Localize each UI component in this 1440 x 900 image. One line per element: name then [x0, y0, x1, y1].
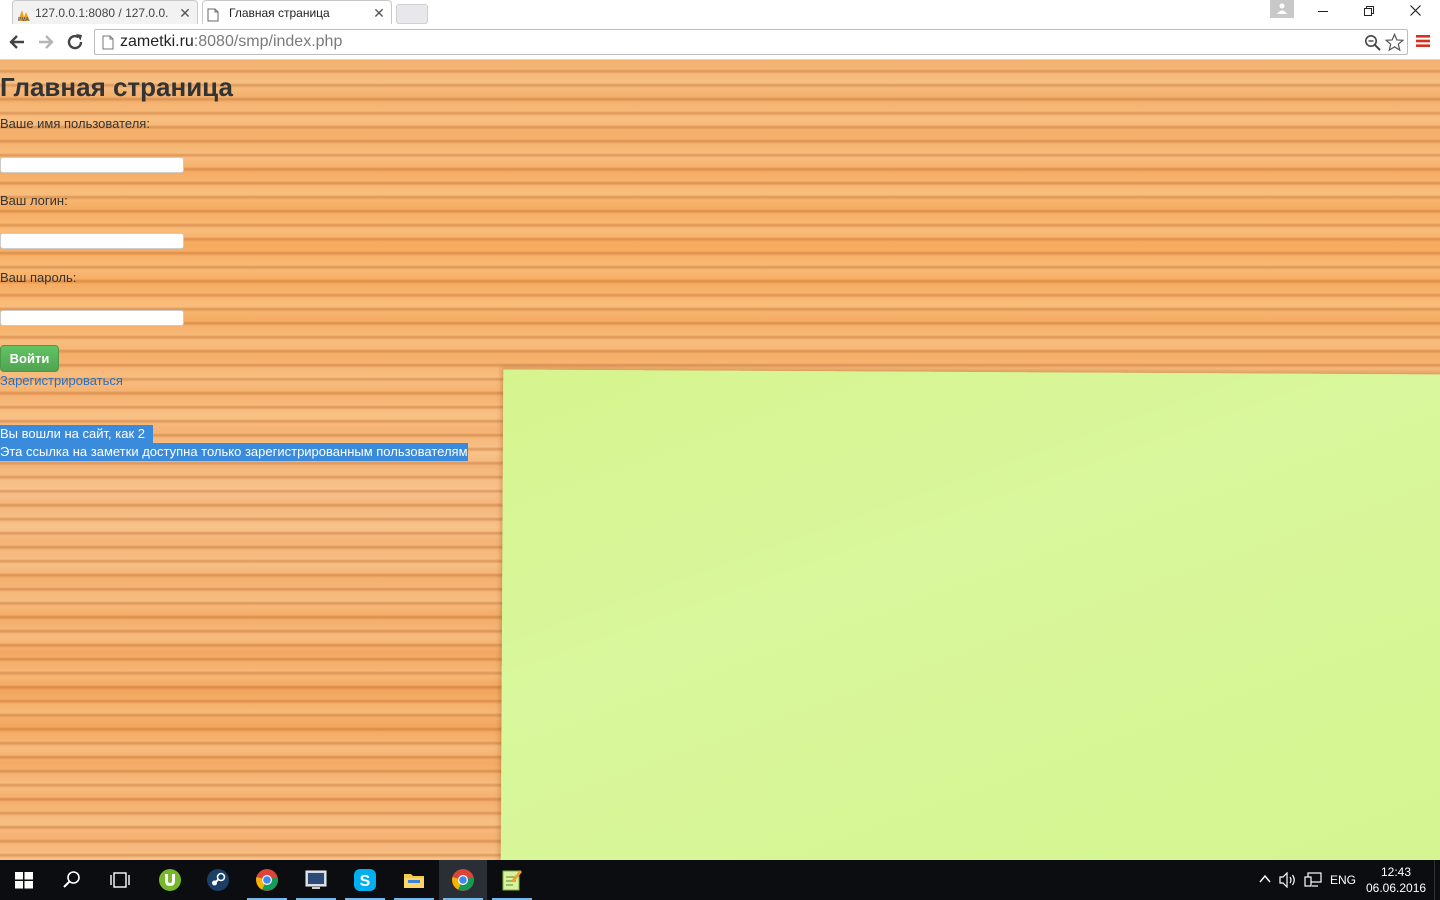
notes-access-notice: Эта ссылка на заметки доступна только за…: [0, 443, 468, 461]
clock[interactable]: 12:43 06.06.2016: [1366, 864, 1426, 896]
close-icon: [1409, 5, 1421, 16]
zoom-icon[interactable]: [1364, 34, 1381, 54]
bookmark-star-icon[interactable]: [1384, 32, 1405, 55]
sticky-note-background: [500, 369, 1440, 860]
volume-icon[interactable]: [1279, 871, 1297, 891]
page-icon: [207, 6, 221, 22]
username-field[interactable]: [0, 157, 184, 173]
restore-button[interactable]: [1346, 0, 1392, 24]
close-window-button[interactable]: [1392, 0, 1438, 24]
svg-text:PMA: PMA: [18, 17, 30, 22]
steam-icon: [207, 869, 229, 891]
search-icon: [63, 871, 80, 888]
chevron-up-icon[interactable]: [1258, 872, 1272, 889]
clock-time: 12:43: [1380, 865, 1412, 879]
arrow-left-icon: [9, 35, 24, 49]
task-view-icon: [110, 872, 130, 888]
svg-text:S: S: [360, 873, 371, 890]
username-label: Ваше имя пользователя:: [0, 116, 150, 131]
arrow-right-icon: [39, 35, 54, 49]
url-host: zametki.ru: [120, 33, 194, 50]
utorrent-icon: [159, 869, 181, 891]
windows-taskbar: S ENG 12:43 06.06.2016: [0, 860, 1440, 900]
taskbar-notepad-plus[interactable]: [488, 860, 536, 900]
register-link[interactable]: Зарегистрироваться: [0, 373, 123, 388]
login-button[interactable]: Войти: [0, 345, 59, 372]
taskbar-chrome-2[interactable]: [439, 860, 487, 900]
forward-button[interactable]: [36, 32, 56, 52]
task-view-button[interactable]: [96, 860, 144, 900]
network-icon[interactable]: [1304, 872, 1322, 891]
profile-button[interactable]: [1270, 0, 1294, 18]
hamburger-icon: [1416, 35, 1430, 47]
login-label: Ваш логин:: [0, 193, 68, 208]
taskbar-monitor-app[interactable]: [292, 860, 340, 900]
reload-button[interactable]: [65, 32, 85, 52]
page-title: Главная страница: [0, 72, 233, 102]
tab-main-page[interactable]: Главная страница ✕: [202, 0, 392, 24]
user-icon: [1277, 3, 1287, 14]
restore-icon: [1364, 6, 1374, 16]
url-text: zametki.ru:8080/smp/index.php: [120, 30, 342, 54]
taskbar-steam[interactable]: [194, 860, 242, 900]
login-status-text: Вы вошли на сайт, как 2: [0, 425, 153, 443]
close-icon[interactable]: ✕: [373, 1, 385, 24]
file-explorer-icon: [404, 874, 424, 888]
close-icon[interactable]: ✕: [179, 1, 191, 24]
browser-toolbar: zametki.ru:8080/smp/index.php: [0, 24, 1440, 60]
chrome-icon: [256, 869, 278, 891]
notepad-plus-icon: [502, 870, 522, 891]
taskbar-file-explorer[interactable]: [390, 860, 438, 900]
taskbar-utorrent[interactable]: [146, 860, 194, 900]
minimize-button[interactable]: [1300, 0, 1346, 24]
reload-icon: [67, 34, 83, 50]
address-bar[interactable]: zametki.ru:8080/smp/index.php: [94, 29, 1408, 55]
language-indicator[interactable]: ENG: [1330, 873, 1356, 887]
start-button[interactable]: [0, 860, 48, 900]
clock-date: 06.06.2016: [1366, 881, 1427, 895]
monitor-app-icon: [305, 870, 327, 889]
password-field[interactable]: [0, 310, 184, 326]
tab-title: Главная страница: [229, 6, 330, 20]
taskbar-skype[interactable]: S: [341, 860, 389, 900]
url-path: :8080/smp/index.php: [193, 33, 343, 50]
tab-title: 127.0.0.1:8080 / 127.0.0.1: [35, 6, 169, 20]
back-button[interactable]: [7, 32, 27, 52]
pma-icon: PMA: [17, 6, 31, 23]
page-viewport: Главная страница Ваше имя пользователя: …: [0, 60, 1440, 860]
page-icon: [102, 35, 114, 53]
new-tab-button[interactable]: [396, 4, 428, 24]
password-label: Ваш пароль:: [0, 270, 77, 285]
login-field[interactable]: [0, 233, 184, 249]
minimize-icon: [1318, 11, 1328, 12]
windows-start-icon: [15, 872, 33, 889]
taskbar-chrome-1[interactable]: [243, 860, 291, 900]
show-desktop-button[interactable]: [1434, 860, 1440, 900]
chrome-icon: [452, 869, 474, 891]
browser-tab-bar: PMA 127.0.0.1:8080 / 127.0.0.1 ✕ Главная…: [0, 0, 1440, 24]
tab-phpmyadmin[interactable]: PMA 127.0.0.1:8080 / 127.0.0.1 ✕: [12, 0, 198, 24]
browser-menu-button[interactable]: [1416, 34, 1430, 48]
skype-icon: S: [354, 869, 376, 891]
search-button[interactable]: [48, 860, 96, 900]
